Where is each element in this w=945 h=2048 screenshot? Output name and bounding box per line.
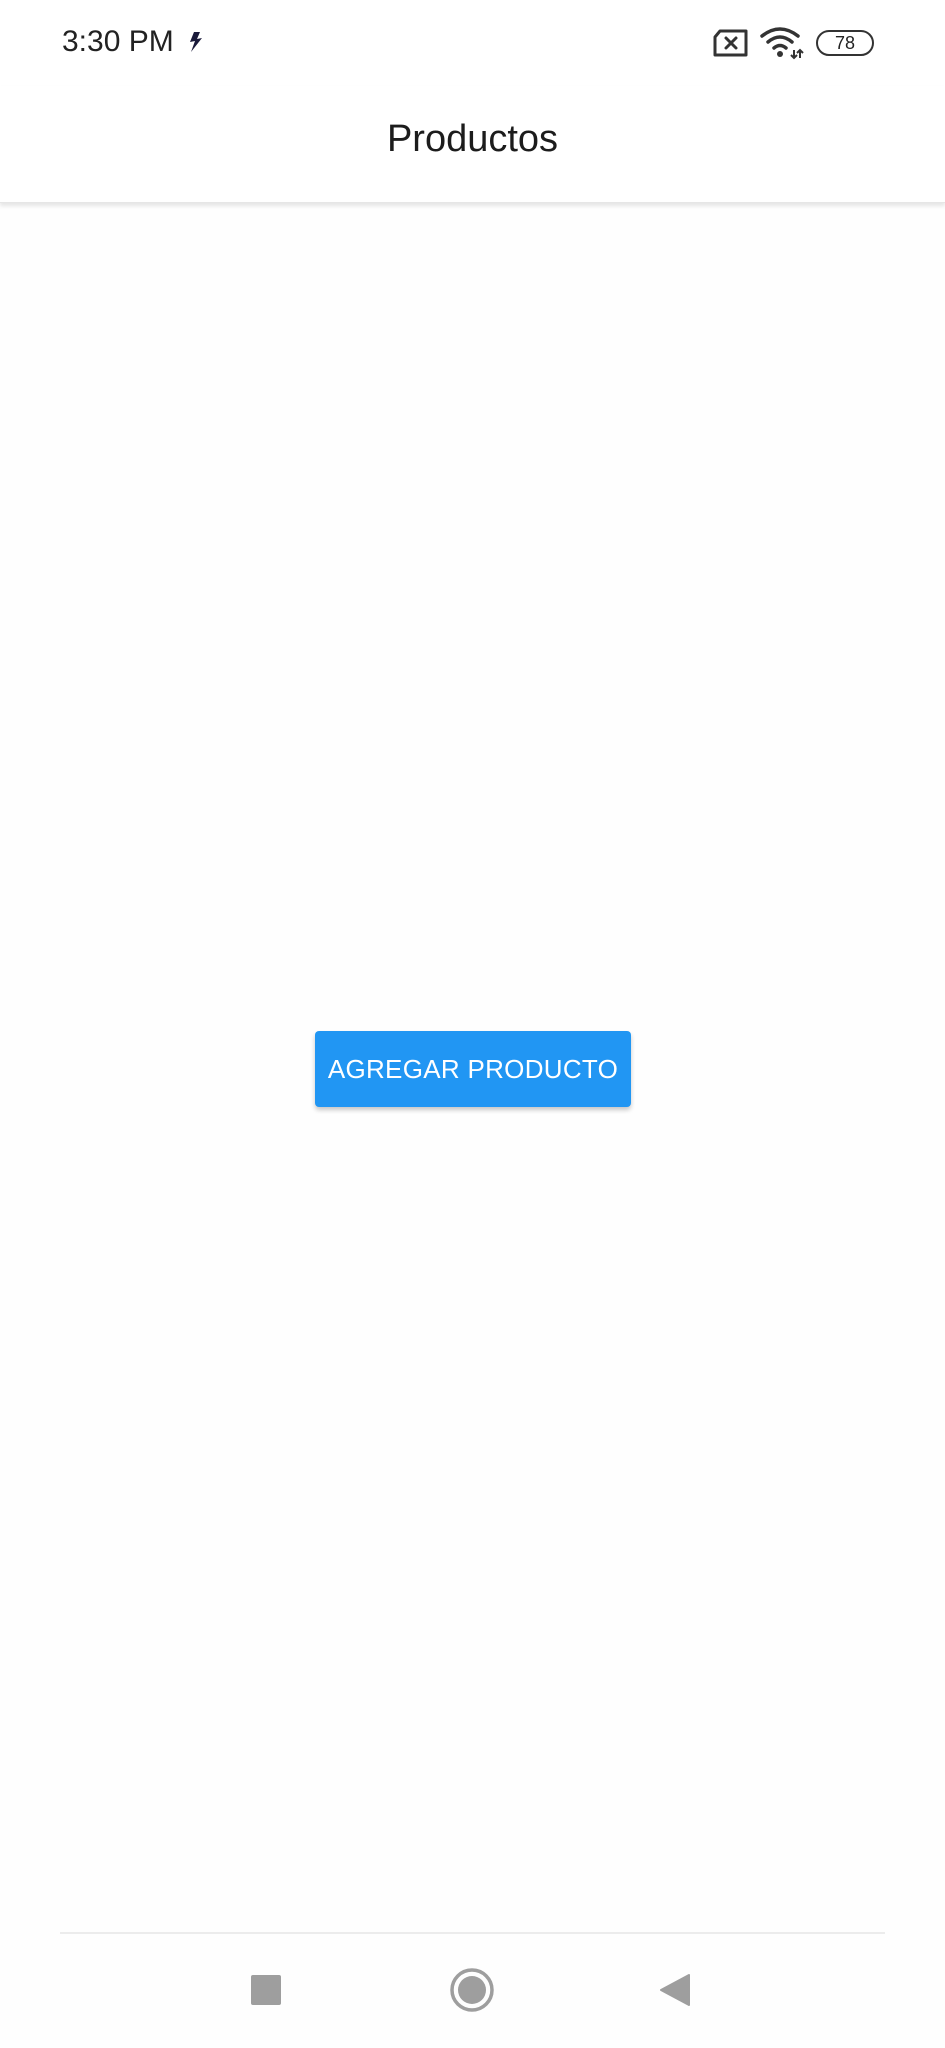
wifi-icon xyxy=(760,26,804,60)
app-bar: Productos xyxy=(0,86,945,203)
back-button[interactable] xyxy=(645,1962,705,2022)
app-notification-icon xyxy=(184,28,208,56)
battery-icon: 78 xyxy=(816,30,874,56)
navigation-bar xyxy=(0,1934,945,2048)
status-time: 3:30 PM xyxy=(62,25,174,58)
page-title: Productos xyxy=(386,118,559,160)
main-content: AGREGAR PRODUCTO xyxy=(0,203,945,1933)
home-circle-icon xyxy=(449,1967,495,2018)
add-product-button[interactable]: AGREGAR PRODUCTO xyxy=(315,1031,631,1107)
sim-missing-icon xyxy=(712,28,750,58)
status-bar: 3:30 PM 78 xyxy=(0,0,945,86)
screen: 3:30 PM 78 Productos AGREGAR PRODUCTO xyxy=(0,0,945,2048)
back-triangle-icon xyxy=(659,1973,691,2012)
home-button[interactable] xyxy=(442,1962,502,2022)
recents-square-icon xyxy=(251,1974,281,2010)
recents-button[interactable] xyxy=(236,1962,296,2022)
